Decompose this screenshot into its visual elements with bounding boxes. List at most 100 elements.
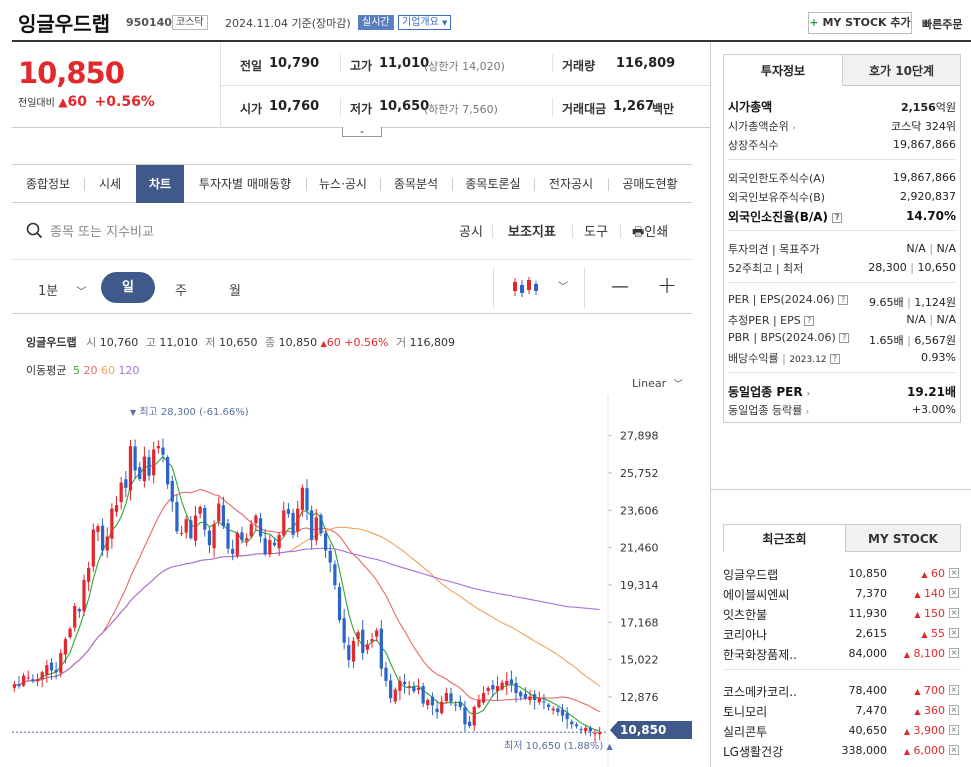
recent-item[interactable]: 잉글우드랩 10,850 ▲ 60 × (723, 564, 961, 582)
recent-item[interactable]: 에이블씨엔씨 7,370 ▲ 140 × (723, 584, 961, 602)
print-button[interactable]: 🖶인쇄 (632, 221, 668, 245)
candle-body (416, 687, 421, 691)
market-tag: 코스닥 (172, 15, 208, 30)
chart-type-dropdown-icon[interactable]: ﹀ (558, 278, 568, 293)
disclosure-toggle[interactable]: 공시 (459, 221, 483, 240)
close-icon[interactable]: × (949, 628, 959, 638)
period-month[interactable]: 월 (229, 280, 241, 299)
recent-item[interactable]: 코리아나 2,615 ▲ 55 × (723, 624, 961, 642)
recent-item-name[interactable]: 코스메카코리.. (723, 683, 797, 700)
period-minute[interactable]: 1분 ﹀ (38, 280, 86, 299)
tab-quote-10[interactable]: 호가 10단계 (842, 54, 961, 86)
recent-item-name[interactable]: 한국화장품제.. (723, 646, 797, 663)
tab-discussion[interactable]: 종목토론실 (452, 165, 534, 203)
candle-body (505, 680, 509, 686)
recent-item-name[interactable]: LG생활건강 (723, 743, 783, 760)
close-icon[interactable]: × (949, 588, 959, 598)
candle-body (231, 548, 235, 554)
candle-body (105, 536, 109, 551)
sector-chg-label[interactable]: 동일업종 등락률 › (728, 402, 809, 418)
candle-body (556, 708, 560, 713)
sector-per-label[interactable]: 동일업종 PER › (728, 383, 810, 400)
recent-item[interactable]: 토니모리 7,470 ▲ 360 × (723, 701, 961, 719)
tab-e-disclosure[interactable]: 전자공시 (534, 165, 608, 203)
help-icon[interactable]: ? (804, 316, 815, 326)
candle-body (305, 488, 309, 511)
close-icon[interactable]: × (949, 685, 959, 695)
recent-item[interactable]: 잇츠한불 11,930 ▲ 150 × (723, 604, 961, 622)
market-cap-value: 2,156억원 (900, 101, 956, 114)
help-icon[interactable]: ? (830, 354, 841, 364)
recent-item-name[interactable]: 잇츠한불 (723, 606, 767, 623)
zoom-in-icon[interactable]: + (657, 271, 677, 299)
price-chart[interactable]: 27,898 25,752 23,606 21,460 19,314 17,168 15,0… (12, 395, 692, 767)
close-icon[interactable]: × (949, 568, 959, 578)
candlestick-type-icon[interactable] (512, 276, 538, 298)
help-icon[interactable]: ? (838, 295, 849, 305)
recent-item-name[interactable]: 토니모리 (723, 703, 767, 720)
low-value: 10,650 (379, 99, 430, 114)
close-icon[interactable]: × (949, 608, 959, 618)
tab-short-selling[interactable]: 공매도현황 (608, 165, 692, 203)
zoom-out-icon[interactable]: — (611, 276, 629, 297)
company-overview-button[interactable]: 기업개요 ▼ (398, 15, 452, 30)
recent-item-name[interactable]: 잉글우드랩 (723, 566, 778, 583)
recent-item-change: ▲ 55 (921, 627, 945, 640)
tab-chart[interactable]: 차트 (136, 165, 184, 203)
realtime-tag[interactable]: 실시간 (358, 15, 394, 30)
close-icon[interactable]: × (949, 745, 959, 755)
tab-my-stock[interactable]: MY STOCK (845, 524, 961, 552)
company-overview-label: 기업개요 (402, 17, 439, 28)
tab-recent[interactable]: 최근조회 (723, 524, 846, 552)
recent-item-change: ▲ 360 (914, 704, 945, 717)
recent-item[interactable]: 실리콘투 40,650 ▲ 3,900 × (723, 721, 961, 739)
recent-item[interactable]: 코스메카코리.. 78,400 ▲ 700 × (723, 681, 961, 699)
recent-item-price: 2,615 (855, 627, 888, 640)
recent-item[interactable]: 한국화장품제.. 84,000 ▲ 8,100 × (723, 644, 961, 662)
compare-search-input[interactable]: 종목 또는 지수비교 (50, 221, 154, 240)
candle-body (31, 679, 35, 681)
tools-button[interactable]: 도구 (584, 221, 608, 240)
close-icon[interactable]: × (949, 648, 959, 658)
recent-item-name[interactable]: 코리아나 (723, 626, 767, 643)
rank-label[interactable]: 시가총액순위 › (728, 118, 795, 134)
expand-toggle[interactable]: ⌄ (342, 127, 382, 137)
indicator-button[interactable]: 보조지표 (508, 221, 556, 240)
help-icon[interactable]: ? (839, 333, 850, 343)
recent-item-change: ▲ 3,900 (903, 724, 945, 737)
recent-item-name[interactable]: 에이블씨엔씨 (723, 586, 789, 603)
stock-name: 잉글우드랩 (18, 12, 110, 36)
candle-body (240, 532, 244, 540)
tab-news[interactable]: 뉴스·공시 (306, 165, 380, 203)
market-cap-label: 시가총액 (728, 100, 773, 114)
recent-item-name[interactable]: 실리콘투 (723, 723, 767, 740)
close-icon[interactable]: × (949, 725, 959, 735)
tab-price[interactable]: 시세 (84, 165, 136, 203)
help-icon[interactable]: ? (832, 212, 843, 223)
volume-label: 거래량 (562, 59, 596, 73)
candle-body (114, 505, 119, 512)
ma-20: 20 (83, 364, 98, 377)
candle-body (254, 515, 258, 524)
recent-item[interactable]: LG생활건강 338,000 ▲ 6,000 × (723, 741, 961, 759)
period-day[interactable]: 일 (101, 272, 155, 303)
prev-label: 전일 (240, 59, 263, 73)
candle-body (147, 457, 151, 476)
candle-body (477, 699, 481, 708)
quick-order-link[interactable]: 빠른주문 (922, 16, 962, 32)
candle-body (402, 681, 407, 685)
tab-overview[interactable]: 종합정보 (12, 165, 84, 203)
tab-investor[interactable]: 투자자별 매매동향 (184, 165, 306, 203)
candle-body (217, 503, 221, 522)
my-stock-add-button[interactable]: + MY STOCK 추가 (808, 12, 912, 34)
change-label: 전일대비 (18, 98, 55, 109)
close-icon[interactable]: × (949, 705, 959, 715)
candle-body (73, 606, 77, 628)
tab-analysis[interactable]: 종목분석 (380, 165, 452, 203)
scale-dropdown[interactable]: Linear ﹀ (632, 377, 683, 390)
search-icon[interactable] (26, 222, 43, 239)
foreign-limit-value: 19,867,866 (893, 171, 956, 184)
period-week[interactable]: 주 (175, 280, 187, 299)
tab-invest-info[interactable]: 투자정보 (723, 54, 843, 86)
candle-body (323, 533, 328, 551)
